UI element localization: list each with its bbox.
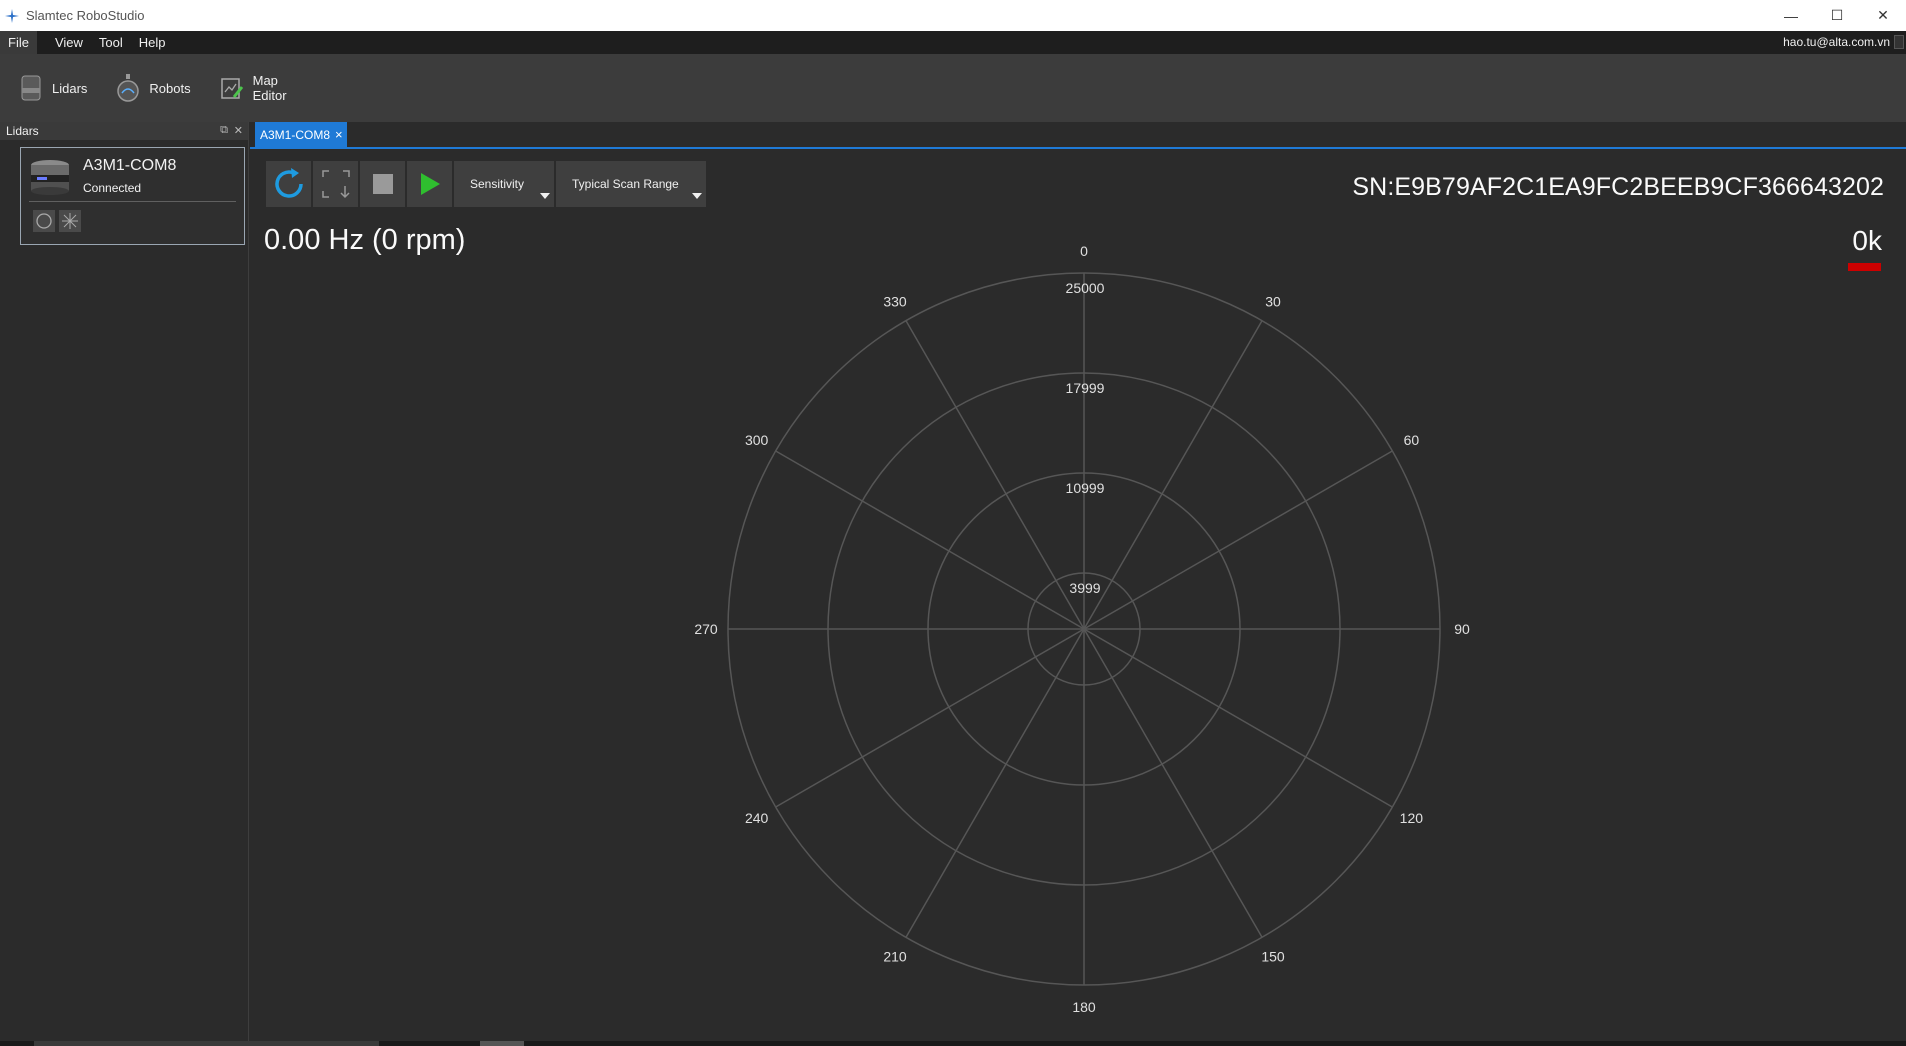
account-menu-button[interactable] xyxy=(1894,35,1904,49)
refresh-icon xyxy=(274,168,303,198)
capture-region-button[interactable] xyxy=(313,161,358,207)
angle-label: 90 xyxy=(1454,621,1470,637)
sample-count: 0k xyxy=(1852,225,1882,256)
main-toolbar: Lidars Robots Map Editor xyxy=(0,54,1906,122)
robot-icon xyxy=(115,73,141,103)
scan-frequency: 0.00 Hz (0 rpm) xyxy=(264,224,466,256)
menu-tool[interactable]: Tool xyxy=(91,31,131,54)
ring-label: 25000 xyxy=(1066,280,1105,296)
angle-label: 30 xyxy=(1265,294,1281,310)
angle-label: 210 xyxy=(883,948,907,964)
lidars-panel: Lidars ⧉ ✕ A3M1-COM8 Connected xyxy=(0,122,249,1041)
card-divider xyxy=(29,201,236,202)
laser-icon[interactable] xyxy=(59,210,81,232)
window-title: Slamtec RoboStudio xyxy=(26,8,145,23)
ring-label: 17999 xyxy=(1066,380,1105,396)
menu-bar: File View Tool Help hao.tu@alta.com.vn xyxy=(0,31,1906,54)
maximize-button[interactable]: ☐ xyxy=(1814,0,1860,31)
stop-icon xyxy=(372,174,393,194)
ring-label: 3999 xyxy=(1069,580,1100,596)
tab-a3m1-com8[interactable]: A3M1-COM8 × xyxy=(255,122,347,147)
play-icon xyxy=(420,173,440,195)
scan-range-label: Typical Scan Range xyxy=(572,177,679,191)
device-status: Connected xyxy=(83,181,142,195)
map-edit-icon xyxy=(219,73,245,103)
polar-scan-plot: 0 30 60 90 120 150 180 210 240 270 300 330 25000 1799… xyxy=(694,243,1470,1015)
ring-label: 10999 xyxy=(1066,480,1105,496)
play-button[interactable] xyxy=(407,161,452,207)
document-tab-bar: A3M1-COM8 × xyxy=(250,122,1906,149)
minimize-button[interactable]: — xyxy=(1768,0,1814,31)
scrollbar-thumb-secondary[interactable] xyxy=(480,1041,524,1046)
robots-button[interactable]: Robots xyxy=(105,61,200,115)
menu-help[interactable]: Help xyxy=(131,31,174,54)
lidars-button[interactable]: Lidars xyxy=(8,61,97,115)
lidars-label: Lidars xyxy=(52,80,88,96)
menu-file[interactable]: File xyxy=(0,31,37,54)
chevron-down-icon xyxy=(540,193,550,199)
lidar-device-card[interactable]: A3M1-COM8 Connected xyxy=(20,147,245,245)
angle-label: 330 xyxy=(883,294,907,310)
map-editor-label: Map Editor xyxy=(253,73,287,103)
angle-label: 270 xyxy=(694,621,718,637)
sensitivity-label: Sensitivity xyxy=(470,177,525,191)
angle-label: 240 xyxy=(745,810,769,826)
app-logo-icon xyxy=(4,8,20,24)
lidar-view: 0 30 60 90 120 150 180 210 240 270 300 330 25000 1799… xyxy=(250,149,1906,1041)
angle-label: 0 xyxy=(1080,243,1088,259)
device-name: A3M1-COM8 xyxy=(83,157,177,174)
panel-header: Lidars ⧉ ✕ xyxy=(0,122,248,140)
close-window-button[interactable]: ✕ xyxy=(1860,0,1906,31)
angle-label: 150 xyxy=(1261,948,1285,964)
window-controls: — ☐ ✕ xyxy=(1768,0,1906,31)
angle-label: 120 xyxy=(1400,810,1424,826)
stop-button[interactable] xyxy=(360,161,405,207)
scrollbar-thumb[interactable] xyxy=(34,1041,379,1046)
scan-view-icon[interactable] xyxy=(33,210,55,232)
tab-close-icon[interactable]: × xyxy=(335,127,343,142)
tab-label: A3M1-COM8 xyxy=(260,127,331,142)
user-account[interactable]: hao.tu@alta.com.vn xyxy=(1783,31,1890,54)
horizontal-scrollbar[interactable] xyxy=(0,1041,1906,1046)
title-bar: Slamtec RoboStudio — ☐ ✕ xyxy=(0,0,1906,31)
float-panel-icon[interactable]: ⧉ xyxy=(220,124,228,137)
scan-controls: Sensitivity Typical Scan Range xyxy=(266,161,708,207)
lidar-device-icon xyxy=(18,73,44,103)
panel-title: Lidars xyxy=(6,124,39,138)
capture-region-icon xyxy=(321,170,350,199)
angle-label: 300 xyxy=(745,432,769,448)
map-editor-label-line2: Editor xyxy=(252,88,287,103)
serial-number: SN:E9B79AF2C1EA9FC2BEEB9CF366643202 xyxy=(1352,173,1884,201)
lidar-device-image xyxy=(29,158,71,196)
robots-label: Robots xyxy=(149,80,191,96)
angle-label: 60 xyxy=(1404,432,1420,448)
map-editor-label-line1: Map xyxy=(252,73,278,88)
map-editor-button[interactable]: Map Editor xyxy=(209,61,297,115)
sample-rate-indicator xyxy=(1848,263,1881,271)
close-panel-icon[interactable]: ✕ xyxy=(234,124,243,137)
menu-view[interactable]: View xyxy=(47,31,91,54)
chevron-down-icon xyxy=(692,193,702,199)
scan-range-dropdown[interactable]: Typical Scan Range xyxy=(556,161,706,207)
refresh-button[interactable] xyxy=(266,161,311,207)
angle-label: 180 xyxy=(1072,999,1096,1015)
sensitivity-dropdown[interactable]: Sensitivity xyxy=(454,161,554,207)
